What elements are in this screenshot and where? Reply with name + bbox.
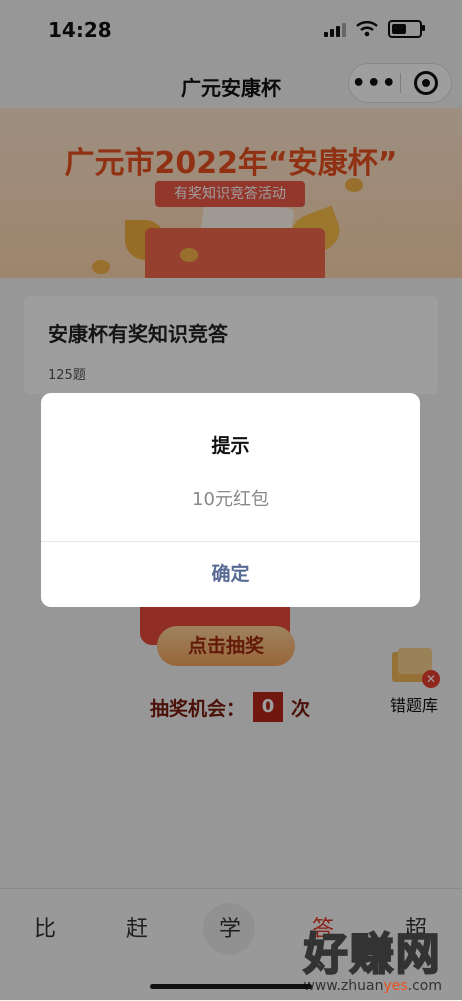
dialog-message: 10元红包 xyxy=(192,489,269,510)
dialog-title: 提示 xyxy=(211,435,250,457)
confirm-button[interactable]: 确定 xyxy=(41,542,420,607)
alert-dialog: 提示 10元红包 确定 xyxy=(41,393,420,607)
watermark-url: www.zhuanyes.com xyxy=(303,978,442,994)
home-indicator xyxy=(150,984,312,989)
watermark: 好赚网 www.zhuanyes.com xyxy=(303,918,442,994)
watermark-text: 好赚网 xyxy=(303,928,442,981)
